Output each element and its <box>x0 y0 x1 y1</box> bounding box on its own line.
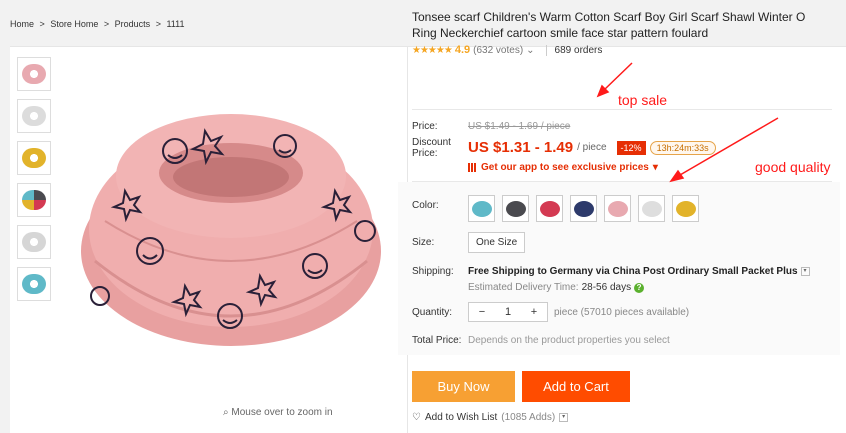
size-label: Size: <box>412 237 435 248</box>
breadcrumb-separator: > <box>155 19 161 29</box>
thumbnail-list <box>17 57 53 309</box>
delivery-time: Estimated Delivery Time: 28-56 days ? <box>468 282 645 293</box>
original-price: US $1.49 - 1.69 / piece <box>468 121 571 132</box>
quantity-input[interactable]: 1 <box>495 303 521 321</box>
votes-link[interactable]: (632 votes) <box>473 45 523 56</box>
rating-row: ★★★★★ 4.9 (632 votes) ⌄ 689 orders <box>412 44 602 56</box>
orders-count: 689 orders <box>545 44 602 56</box>
total-price-label: Total Price: <box>412 335 462 346</box>
quantity-increase-button[interactable]: + <box>521 303 547 321</box>
breadcrumb-separator: > <box>103 19 110 29</box>
color-option-red[interactable] <box>536 195 563 222</box>
help-icon[interactable]: ? <box>634 282 645 293</box>
thumbnail-white-2[interactable] <box>17 225 51 259</box>
quantity-stepper: − 1 + <box>468 302 548 322</box>
color-option-teal[interactable] <box>468 195 495 222</box>
color-option-navy[interactable] <box>570 195 597 222</box>
shipping-label: Shipping: <box>412 266 454 277</box>
divider <box>412 181 832 182</box>
discount-badge: -12% <box>616 140 646 155</box>
color-option-white[interactable] <box>638 195 665 222</box>
annotation-good-quality: good quality <box>755 159 831 175</box>
quantity-decrease-button[interactable]: − <box>469 303 495 321</box>
quantity-label: Quantity: <box>412 307 453 318</box>
thumbnail-yellow[interactable] <box>17 141 51 175</box>
add-to-cart-button[interactable]: Add to Cart <box>522 371 630 402</box>
breadcrumb-products[interactable]: Products <box>115 19 151 29</box>
divider <box>412 109 832 110</box>
wishlist-dropdown-icon[interactable]: ▾ <box>559 413 569 422</box>
color-option-yellow[interactable] <box>672 195 699 222</box>
breadcrumb: Home > Store Home > Products > 1111 <box>10 19 188 29</box>
heart-icon: ♡ <box>412 412 421 423</box>
wishlist-link[interactable]: ♡ Add to Wish List (1085 Adds) ▾ <box>412 412 569 423</box>
size-option-one-size[interactable]: One Size <box>468 232 526 253</box>
current-price: US $1.31 - 1.49 <box>468 139 574 156</box>
discount-price-row: US $1.31 - 1.49 / piece -12% 13h:24m:33s <box>468 139 716 156</box>
total-price-note: Depends on the product properties you se… <box>468 335 670 346</box>
thumbnail-white[interactable] <box>17 99 51 133</box>
chevron-down-icon[interactable]: ⌄ <box>526 45 534 56</box>
zoom-hint: ⌕ Mouse over to zoom in <box>223 407 333 418</box>
product-title: Tonsee scarf Children's Warm Cotton Scar… <box>412 10 806 40</box>
breadcrumb-store-home[interactable]: Store Home <box>50 19 98 29</box>
thumbnail-pink[interactable] <box>17 57 51 91</box>
discount-price-label: Discount Price: <box>412 137 451 159</box>
scarf-image <box>81 114 381 346</box>
main-product-image[interactable]: ⌕ Mouse over to zoom in <box>55 51 407 427</box>
rating-score: 4.9 <box>454 44 471 56</box>
quantity-row: − 1 + piece (57010 pieces available) <box>468 302 689 322</box>
qr-code-icon <box>468 163 477 172</box>
caret-down-icon: ▾ <box>652 162 658 173</box>
thumbnail-multi[interactable] <box>17 183 51 217</box>
color-option-dark-grey[interactable] <box>502 195 529 222</box>
shipping-dropdown-icon[interactable]: ▾ <box>800 267 810 276</box>
breadcrumb-home[interactable]: Home <box>10 19 34 29</box>
breadcrumb-current: 1111 <box>166 19 185 29</box>
pieces-available: piece (57010 pieces available) <box>554 306 690 318</box>
price-label: Price: <box>412 121 438 132</box>
color-options <box>468 195 699 222</box>
shipping-info: Free Shipping to Germany via China Post … <box>468 266 810 277</box>
wishlist-count: (1085 Adds) <box>501 412 556 423</box>
star-rating-icon: ★★★★★ <box>412 44 453 56</box>
breadcrumb-separator: > <box>39 19 45 29</box>
app-promo-link[interactable]: Get our app to see exclusive prices ▾ <box>468 162 658 173</box>
color-label: Color: <box>412 200 439 211</box>
color-option-pink[interactable] <box>604 195 631 222</box>
annotation-top-sale: top sale <box>618 92 668 108</box>
price-unit: / piece <box>577 142 607 153</box>
buy-now-button[interactable]: Buy Now <box>412 371 515 402</box>
thumbnail-teal[interactable] <box>17 267 51 301</box>
countdown-timer: 13h:24m:33s <box>649 140 716 155</box>
